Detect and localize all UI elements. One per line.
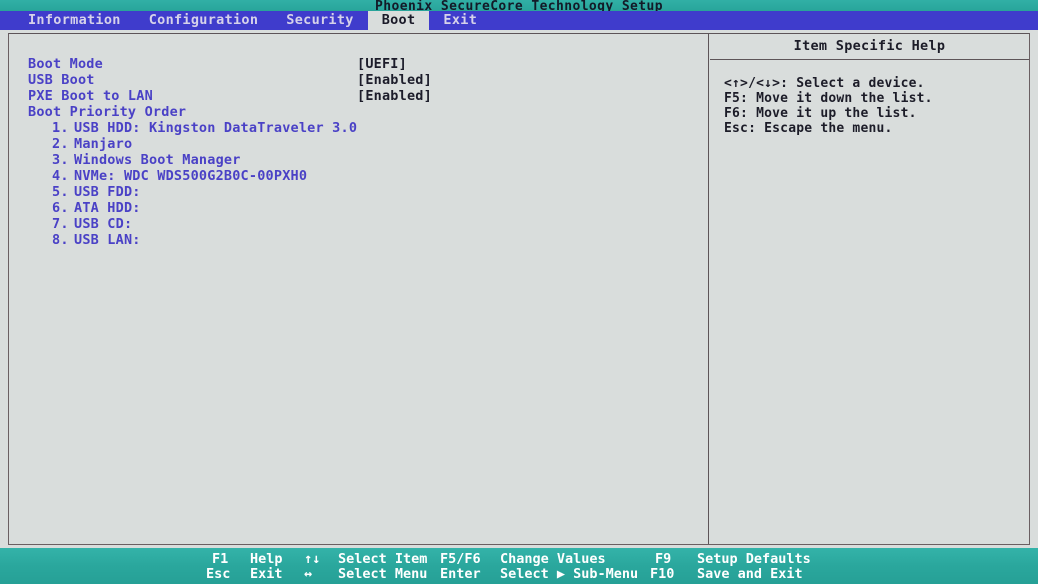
shortcut-key-esc[interactable]: Esc <box>206 567 230 582</box>
boot-order-index: 8. <box>52 232 69 248</box>
bios-setup-screen: Phoenix SecureCore Technology Setup Info… <box>0 0 1038 584</box>
boot-order-name: Windows Boot Manager <box>74 152 241 168</box>
shortcut-key-up-down-arrows[interactable]: ↑↓ <box>304 552 320 567</box>
boot-order-name: USB HDD: Kingston DataTraveler 3.0 <box>74 120 358 136</box>
boot-order-name: NVMe: WDC WDS500G2B0C-00PXH0 <box>74 168 308 184</box>
tab-configuration[interactable]: Configuration <box>135 11 273 30</box>
shortcut-desc-select-sub-menu: Select ▶ Sub-Menu <box>500 566 639 582</box>
boot-order-name: Manjaro <box>74 136 133 152</box>
tab-information[interactable]: Information <box>14 11 135 30</box>
boot-order-item[interactable]: 2. Manjaro <box>9 136 708 152</box>
status-bar: F1 Help ↑↓ Select Item F5/F6 Change Valu… <box>0 548 1038 584</box>
boot-order-index: 6. <box>52 200 69 216</box>
boot-order-index: 1. <box>52 120 69 136</box>
shortcut-desc-select-menu: Select Menu <box>338 566 428 582</box>
tab-information-label: Information <box>28 12 121 28</box>
content-frame: Boot Mode [UEFI] USB Boot [Enabled] PXE … <box>8 33 1030 545</box>
shortcut-desc-setup-defaults: Setup Defaults <box>697 551 811 567</box>
tab-security[interactable]: Security <box>272 11 367 30</box>
help-line: <↑>/<↓>: Select a device. <box>724 76 925 91</box>
boot-priority-order-title: Boot Priority Order <box>28 104 187 120</box>
boot-order-item[interactable]: 3. Windows Boot Manager <box>9 152 708 168</box>
setting-label-pxe-boot-to-lan: PXE Boot to LAN <box>28 88 153 104</box>
help-line: F6: Move it up the list. <box>724 106 917 121</box>
tab-exit-label: Exit <box>443 12 478 28</box>
setting-label-usb-boot: USB Boot <box>28 72 95 88</box>
boot-order-name: ATA HDD: <box>74 200 141 216</box>
shortcut-key-f5-f6[interactable]: F5/F6 <box>440 552 481 567</box>
tab-boot[interactable]: Boot <box>367 11 430 30</box>
setting-label-boot-mode: Boot Mode <box>28 56 103 72</box>
boot-order-index: 4. <box>52 168 69 184</box>
boot-order-name: USB CD: <box>74 216 133 232</box>
settings-list: Boot Mode [UEFI] USB Boot [Enabled] PXE … <box>9 56 708 248</box>
setting-row-boot-mode[interactable]: Boot Mode [UEFI] <box>9 56 708 72</box>
status-bar-row-primary: F1 Help ↑↓ Select Item F5/F6 Change Valu… <box>0 552 1038 567</box>
setting-value-boot-mode[interactable]: [UEFI] <box>357 56 407 72</box>
menu-bar: Information Configuration Security Boot … <box>0 11 1038 30</box>
boot-order-index: 5. <box>52 184 69 200</box>
shortcut-key-left-right-arrows[interactable]: ↔ <box>304 567 312 582</box>
help-line: Esc: Escape the menu. <box>724 121 893 136</box>
tab-boot-label: Boot <box>381 12 416 28</box>
boot-settings-pane: Boot Mode [UEFI] USB Boot [Enabled] PXE … <box>9 34 709 544</box>
boot-order-index: 3. <box>52 152 69 168</box>
help-pane-body: <↑>/<↓>: Select a device. F5: Move it do… <box>710 60 1029 136</box>
help-line: F5: Move it down the list. <box>724 91 933 106</box>
status-bar-row-secondary: Esc Exit ↔ Select Menu Enter Select ▶ Su… <box>0 567 1038 582</box>
boot-order-item[interactable]: 5. USB FDD: <box>9 184 708 200</box>
setting-row-usb-boot[interactable]: USB Boot [Enabled] <box>9 72 708 88</box>
boot-order-item[interactable]: 6. ATA HDD: <box>9 200 708 216</box>
boot-priority-order-list: 1. USB HDD: Kingston DataTraveler 3.0 2.… <box>9 120 708 248</box>
boot-order-index: 7. <box>52 216 69 232</box>
shortcut-desc-select-item: Select Item <box>338 551 428 567</box>
boot-order-item[interactable]: 1. USB HDD: Kingston DataTraveler 3.0 <box>9 120 708 136</box>
setting-value-usb-boot[interactable]: [Enabled] <box>357 72 432 88</box>
tab-security-label: Security <box>286 12 354 28</box>
shortcut-desc-help: Help <box>250 551 283 567</box>
shortcut-desc-save-and-exit: Save and Exit <box>697 566 803 582</box>
shortcut-key-f10[interactable]: F10 <box>650 567 674 582</box>
setting-row-pxe-boot-to-lan[interactable]: PXE Boot to LAN [Enabled] <box>9 88 708 104</box>
boot-order-index: 2. <box>52 136 69 152</box>
tab-exit[interactable]: Exit <box>429 11 491 30</box>
shortcut-key-f9[interactable]: F9 <box>655 552 671 567</box>
item-specific-help-pane: Item Specific Help <↑>/<↓>: Select a dev… <box>710 34 1029 544</box>
shortcut-desc-exit: Exit <box>250 566 283 582</box>
shortcut-desc-change-values: Change Values <box>500 551 606 567</box>
shortcut-key-f1[interactable]: F1 <box>212 552 228 567</box>
tab-configuration-label: Configuration <box>148 12 259 28</box>
setting-value-pxe-boot-to-lan[interactable]: [Enabled] <box>357 88 432 104</box>
help-pane-title: Item Specific Help <box>710 34 1029 60</box>
boot-order-item[interactable]: 7. USB CD: <box>9 216 708 232</box>
boot-order-item[interactable]: 8. USB LAN: <box>9 232 708 248</box>
boot-order-name: USB FDD: <box>74 184 141 200</box>
boot-order-item[interactable]: 4. NVMe: WDC WDS500G2B0C-00PXH0 <box>9 168 708 184</box>
shortcut-key-enter[interactable]: Enter <box>440 567 481 582</box>
boot-order-name: USB LAN: <box>74 232 141 248</box>
